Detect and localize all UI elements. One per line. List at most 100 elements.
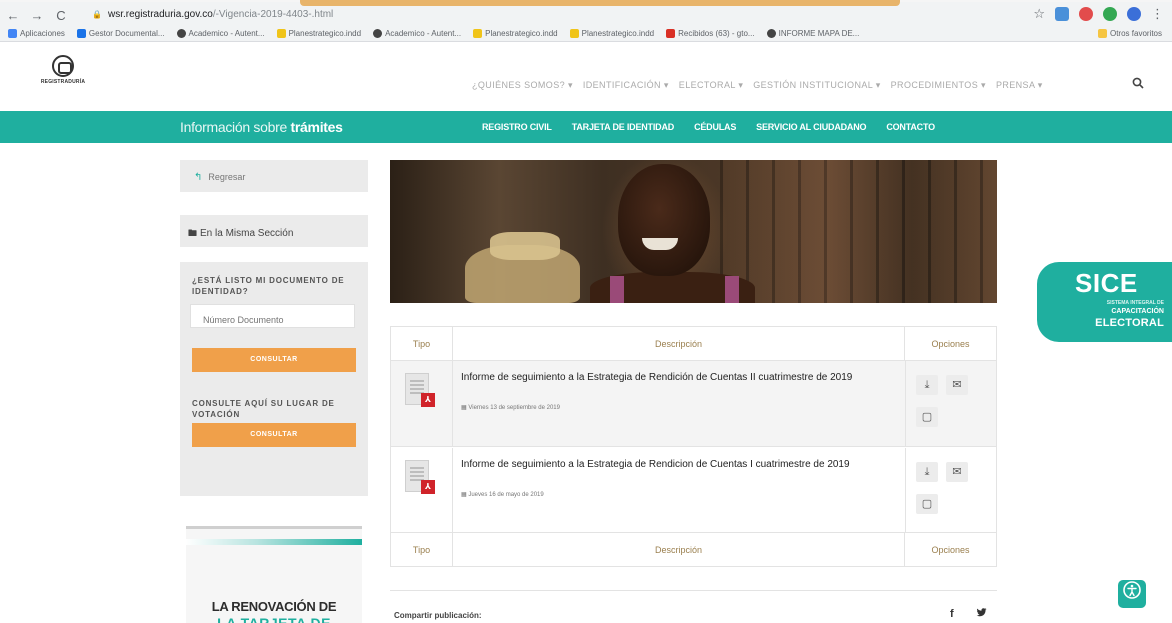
search-icon[interactable] bbox=[1132, 77, 1144, 92]
extension-icon[interactable] bbox=[1055, 7, 1069, 21]
comment-icon[interactable]: ▢ bbox=[916, 407, 938, 427]
row-type-cell: ⅄ bbox=[391, 448, 453, 534]
bookmark-icon bbox=[766, 28, 776, 38]
pen-icon bbox=[569, 28, 579, 38]
tramites-cedulas[interactable]: CÉDULAS bbox=[694, 122, 736, 132]
download-icon[interactable]: ⤓ bbox=[916, 462, 938, 482]
tramites-tarjeta-identidad[interactable]: TARJETA DE IDENTIDAD bbox=[572, 122, 675, 132]
col-tipo-header: Tipo bbox=[391, 327, 453, 361]
kebab-menu-icon[interactable]: ⋮ bbox=[1151, 6, 1164, 22]
loading-bar bbox=[0, 0, 1172, 6]
back-link[interactable]: ↰ Regresar bbox=[180, 160, 368, 192]
col-descripcion-footer: Descripción bbox=[453, 533, 905, 567]
bookmark-item[interactable]: Planestrategico.indd bbox=[569, 28, 654, 38]
extension-icon[interactable] bbox=[1103, 7, 1117, 21]
row-options-cell: ⤓ ✉ ▢ bbox=[905, 361, 996, 447]
table-row: ⅄ Informe de seguimiento a la Estrategia… bbox=[391, 448, 996, 534]
document-date: ▦ Jueves 16 de mayo de 2019 bbox=[461, 492, 544, 498]
pdf-icon: ⅄ bbox=[421, 393, 435, 407]
sice-subtitle: ELECTORAL bbox=[1095, 317, 1164, 329]
comment-icon[interactable]: ▢ bbox=[916, 494, 938, 514]
document-title[interactable]: Informe de seguimiento a la Estrategia d… bbox=[461, 371, 901, 384]
row-type-cell: ⅄ bbox=[391, 361, 453, 447]
document-date: ▦ Viernes 13 de septiembre de 2019 bbox=[461, 405, 560, 411]
browser-actions: ☆ ⋮ bbox=[1033, 6, 1164, 22]
tramites-contacto[interactable]: CONTACTO bbox=[886, 122, 935, 132]
sice-badge[interactable]: SICE SISTEMA INTEGRAL DE CAPACITACIÓN EL… bbox=[1037, 262, 1172, 342]
accessibility-icon[interactable] bbox=[1118, 580, 1146, 608]
bookmark-item[interactable]: Planestrategico.indd bbox=[473, 28, 558, 38]
bookmark-item[interactable]: Academico - Autent... bbox=[176, 28, 265, 38]
document-status-question: ¿ESTÁ LISTO MI DOCUMENTO DE IDENTIDAD? bbox=[192, 276, 345, 296]
person-face bbox=[618, 164, 710, 276]
forward-icon[interactable]: → bbox=[30, 8, 44, 23]
tramites-registro-civil[interactable]: REGISTRO CIVIL bbox=[482, 122, 552, 132]
back-icon[interactable]: ← bbox=[6, 8, 20, 23]
logo-text: REGISTRADURÍA bbox=[40, 79, 86, 85]
tramites-title[interactable]: Información sobre trámites bbox=[180, 119, 343, 135]
consult-voting-button[interactable]: CONSULTAR bbox=[192, 423, 356, 447]
consult-document-button[interactable]: CONSULTAR bbox=[192, 348, 356, 372]
logo-emblem-icon bbox=[52, 55, 74, 77]
bookmarks-bar: Aplicaciones Gestor Documental... Academ… bbox=[0, 24, 1172, 42]
return-arrow-icon: ↰ bbox=[194, 172, 203, 183]
document-number-input[interactable] bbox=[190, 304, 355, 328]
wood-wall bbox=[720, 160, 997, 303]
row-options-cell: ⤓ ✉ ▢ bbox=[905, 448, 996, 534]
bookmark-item[interactable]: Academico - Autent... bbox=[373, 28, 461, 38]
apps-icon bbox=[8, 28, 17, 38]
table-footer: Tipo Descripción Opciones bbox=[391, 532, 996, 567]
lock-icon: 🔒 bbox=[92, 9, 102, 19]
bookmark-item[interactable]: Gestor Documental... bbox=[76, 28, 165, 38]
other-bookmarks[interactable]: Otros favoritos bbox=[1097, 28, 1162, 38]
table-header: Tipo Descripción Opciones bbox=[391, 327, 996, 361]
folder-icon: 🖿 bbox=[188, 228, 198, 238]
col-opciones-header: Opciones bbox=[931, 339, 970, 349]
documents-table: Tipo Descripción Opciones ⅄ Informe de s… bbox=[390, 326, 997, 567]
promo-line-2: LA TARJETA DE bbox=[217, 615, 331, 623]
download-icon[interactable]: ⤓ bbox=[916, 375, 938, 395]
bookmark-item[interactable]: Aplicaciones bbox=[8, 28, 65, 38]
cloth bbox=[490, 232, 560, 260]
promo-banner[interactable]: LA RENOVACIÓN DE LA TARJETA DE bbox=[186, 526, 362, 623]
document-title[interactable]: Informe de seguimiento a la Estrategia d… bbox=[461, 458, 901, 471]
col-descripcion-header: Descripción bbox=[453, 327, 905, 361]
sice-subtitle: SISTEMA INTEGRAL DE bbox=[1106, 300, 1164, 306]
pdf-icon: ⅄ bbox=[421, 480, 435, 494]
extension-icon[interactable] bbox=[1079, 7, 1093, 21]
menu-procedimientos[interactable]: PROCEDIMIENTOS ▾ bbox=[891, 80, 986, 91]
bookmark-icon bbox=[176, 28, 186, 38]
address-bar[interactable]: 🔒 wsr.registraduria.gov.co /-Vigencia-20… bbox=[92, 5, 1012, 23]
share-bar: Compartir publicación: f bbox=[390, 590, 997, 623]
registraduria-logo[interactable]: REGISTRADURÍA bbox=[28, 55, 98, 93]
promo-line-1: LA RENOVACIÓN DE bbox=[211, 599, 337, 614]
tramites-servicio-ciudadano[interactable]: SERVICIO AL CIUDADANO bbox=[756, 122, 866, 132]
twitter-icon[interactable] bbox=[976, 608, 987, 621]
share-label: Compartir publicación: bbox=[394, 611, 482, 620]
pen-icon bbox=[473, 28, 483, 38]
bookmark-icon bbox=[373, 28, 383, 38]
table-row: ⅄ Informe de seguimiento a la Estrategia… bbox=[391, 361, 996, 447]
profile-avatar[interactable] bbox=[1127, 7, 1141, 21]
site-header bbox=[0, 43, 1172, 111]
star-icon[interactable]: ☆ bbox=[1033, 6, 1045, 22]
menu-quienes-somos[interactable]: ¿QUIÉNES SOMOS? ▾ bbox=[472, 80, 573, 91]
voting-place-question: CONSULTE AQUÍ SU LUGAR DE VOTACIÓN bbox=[192, 399, 335, 419]
same-section-header[interactable]: 🖿 En la Misma Sección bbox=[180, 215, 368, 247]
bookmark-item[interactable]: INFORME MAPA DE... bbox=[766, 28, 859, 38]
menu-electoral[interactable]: ELECTORAL ▾ bbox=[679, 80, 743, 91]
email-icon[interactable]: ✉ bbox=[946, 375, 968, 395]
menu-prensa[interactable]: PRENSA ▾ bbox=[996, 80, 1043, 91]
bookmark-item[interactable]: Planestrategico.indd bbox=[276, 28, 361, 38]
facebook-icon[interactable]: f bbox=[950, 608, 954, 620]
browser-nav: ← → C bbox=[6, 8, 68, 23]
bookmark-item[interactable]: Recibidos (63) - gto... bbox=[666, 28, 755, 38]
email-icon[interactable]: ✉ bbox=[946, 462, 968, 482]
main-menu: ¿QUIÉNES SOMOS? ▾ IDENTIFICACIÓN ▾ ELECT… bbox=[472, 80, 1043, 91]
hero-image bbox=[390, 160, 997, 303]
folder-icon bbox=[1097, 28, 1107, 38]
reload-icon[interactable]: C bbox=[54, 8, 68, 23]
col-opciones-footer: Opciones bbox=[931, 545, 970, 555]
menu-identificacion[interactable]: IDENTIFICACIÓN ▾ bbox=[583, 80, 669, 91]
menu-gestion-institucional[interactable]: GESTIÓN INSTITUCIONAL ▾ bbox=[753, 80, 880, 91]
